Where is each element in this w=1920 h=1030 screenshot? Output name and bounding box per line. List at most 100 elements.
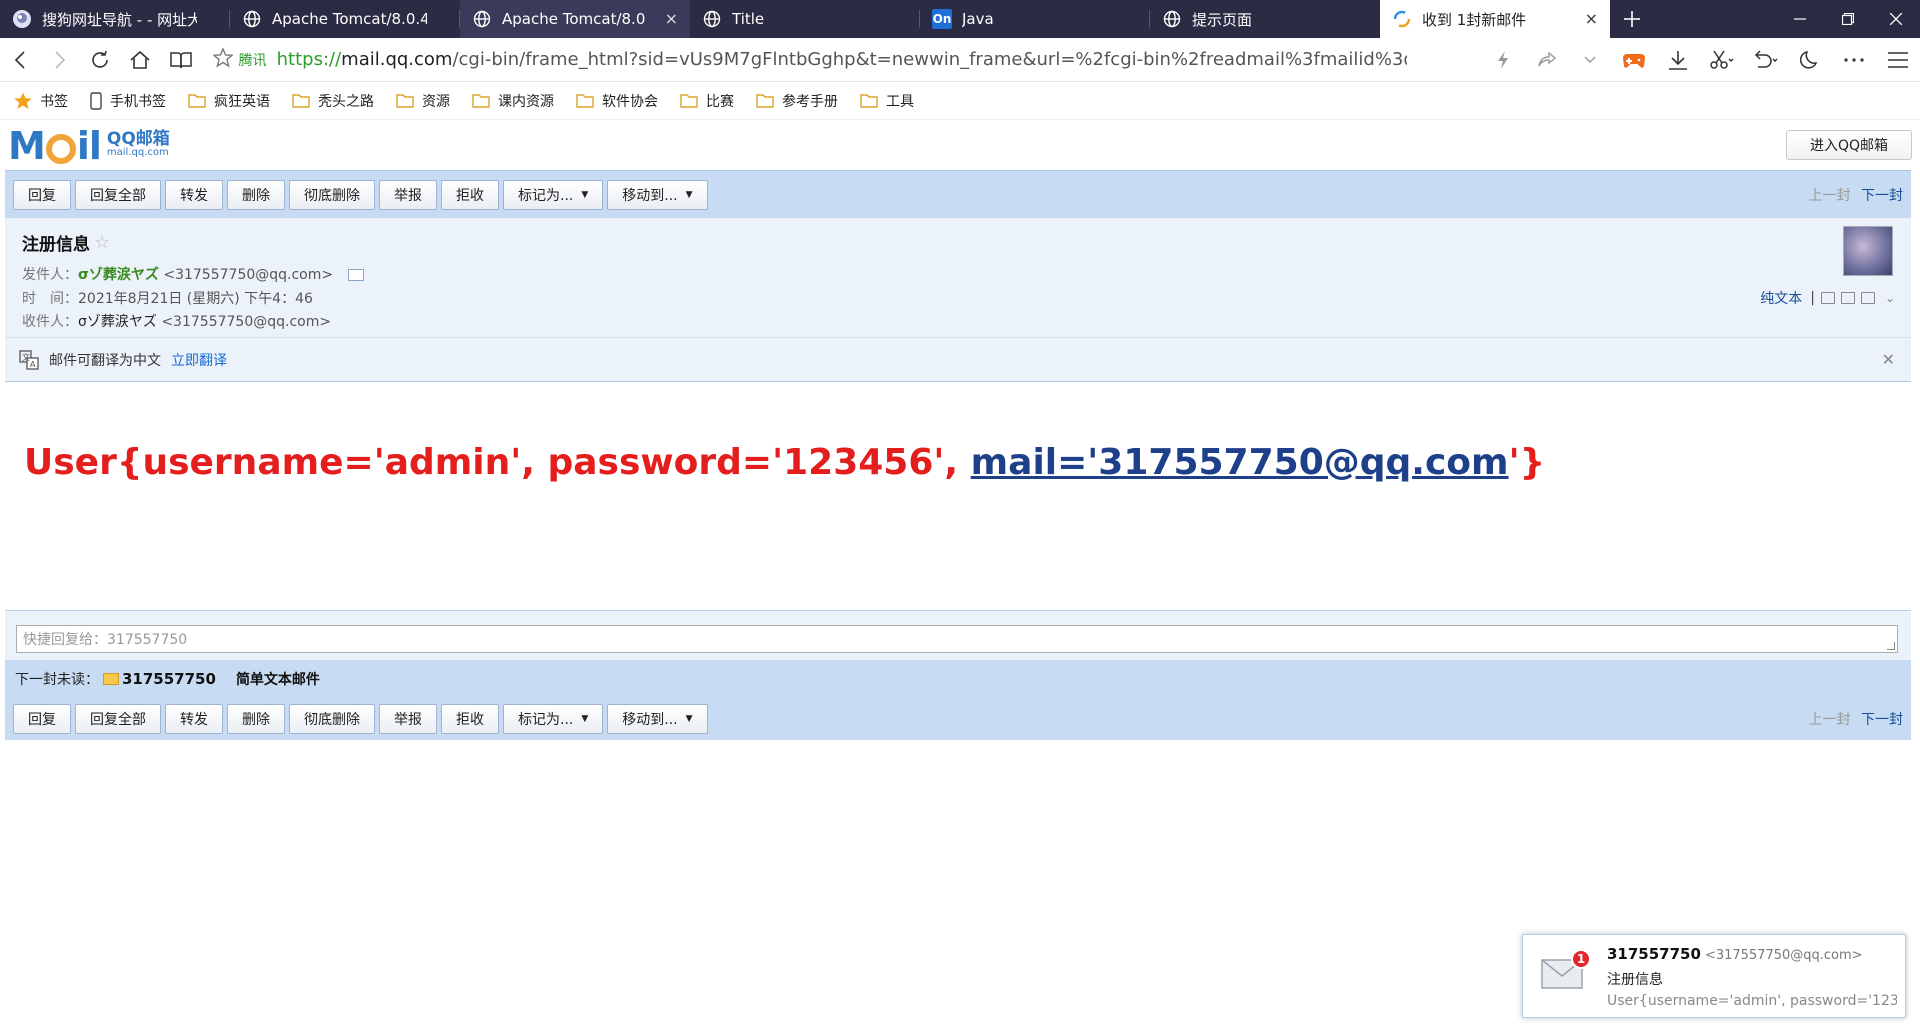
reply-all-button[interactable]: 回复全部 [75, 179, 161, 210]
more-menu-icon[interactable] [1832, 38, 1876, 82]
url-text[interactable]: https://mail.qq.com/cgi-bin/frame_html?s… [277, 49, 1407, 70]
caret-down-icon: ▼ [581, 714, 589, 724]
envelope-icon [103, 673, 119, 685]
translate-now-link[interactable]: 立即翻译 [171, 350, 227, 370]
enter-qqmail-button[interactable]: 进入QQ邮箱 [1786, 130, 1912, 160]
flash-icon[interactable] [1481, 38, 1525, 82]
reply-button[interactable]: 回复 [13, 179, 71, 210]
forward-button[interactable]: 转发 [165, 179, 223, 210]
forward-button[interactable]: 转发 [165, 704, 223, 734]
folder-icon [396, 93, 414, 108]
save-icon[interactable] [1840, 292, 1855, 304]
prev-mail-link[interactable]: 上一封 [1809, 712, 1851, 728]
caret-down-icon: ▼ [685, 714, 693, 724]
close-window-button[interactable] [1872, 0, 1920, 38]
bookmark-item-mobile[interactable]: 手机书签 [90, 91, 166, 111]
home-button[interactable] [120, 38, 160, 82]
delete-forever-button[interactable]: 彻底删除 [289, 704, 375, 734]
chevron-down-icon[interactable] [1569, 38, 1613, 82]
hamburger-menu-icon[interactable] [1876, 38, 1920, 82]
report-button[interactable]: 举报 [379, 179, 437, 210]
reject-button[interactable]: 拒收 [441, 179, 499, 210]
reply-button[interactable]: 回复 [13, 704, 71, 734]
qqmail-loading-icon [1392, 9, 1412, 29]
window-controls [1776, 0, 1920, 38]
tab-qqmail[interactable]: 收到 1封新邮件 × [1380, 0, 1610, 38]
bookmark-folder[interactable]: 疯狂英语 [188, 91, 270, 111]
tab-title[interactable]: Title [690, 0, 920, 38]
plain-text-link[interactable]: 纯文本 [1760, 288, 1802, 308]
forward-button[interactable] [40, 38, 80, 82]
tab-notice-page[interactable]: 提示页面 [1150, 0, 1380, 38]
reload-button[interactable] [80, 38, 120, 82]
globe-icon [702, 9, 722, 29]
reader-mode-button[interactable] [161, 38, 201, 82]
night-mode-icon[interactable] [1788, 38, 1832, 82]
move-to-dropdown[interactable]: 移动到... ▼ [607, 704, 708, 734]
time-row: 时 间：2021年8月21日 (星期六) 下午4：46 [22, 291, 313, 307]
prev-next-nav: 上一封 下一封 [1809, 185, 1903, 205]
mailto-link[interactable]: mail='317557750@qq.com [971, 442, 1509, 483]
contact-card-icon[interactable] [347, 269, 364, 281]
download-icon[interactable] [1656, 38, 1700, 82]
tab-sogou[interactable]: 搜狗网址导航 - - 网址大全 [0, 0, 230, 38]
bookmark-folder[interactable]: 软件协会 [576, 91, 658, 111]
sender-avatar[interactable] [1843, 226, 1893, 276]
star-icon [14, 92, 32, 110]
tab-java[interactable]: On Java [920, 0, 1150, 38]
qqmail-reader: Mil QQ邮箱 mail.qq.com 进入QQ邮箱 回复 回复全部 转发 删… [0, 120, 1920, 1030]
share-icon[interactable] [1525, 38, 1569, 82]
tab-label: Java [962, 10, 994, 28]
bookmark-folder[interactable]: 课内资源 [472, 91, 554, 111]
bookmark-folder[interactable]: 参考手册 [756, 91, 838, 111]
move-to-dropdown[interactable]: 移动到... ▼ [607, 179, 708, 210]
folder-icon [188, 93, 206, 108]
print-icon[interactable] [1860, 292, 1875, 304]
close-tab-icon[interactable]: × [665, 9, 678, 28]
bookmark-folder[interactable]: 工具 [860, 91, 914, 111]
delete-forever-button[interactable]: 彻底删除 [289, 179, 375, 210]
qqmail-logo[interactable]: Mil QQ邮箱 mail.qq.com [8, 127, 170, 165]
mark-as-dropdown[interactable]: 标记为... ▼ [503, 179, 604, 210]
bookmark-folder[interactable]: 比赛 [680, 91, 734, 111]
next-mail-link[interactable]: 下一封 [1861, 188, 1903, 204]
address-bar[interactable]: 腾讯 https://mail.qq.com/cgi-bin/frame_htm… [201, 38, 1481, 82]
minimize-button[interactable] [1776, 0, 1824, 38]
tab-tomcat-1[interactable]: Apache Tomcat/8.0.48 [230, 0, 460, 38]
bookmark-folder[interactable]: 资源 [396, 91, 450, 111]
chevron-down-icon[interactable]: ⌄ [1885, 291, 1895, 305]
bookmark-star-icon[interactable] [211, 46, 234, 72]
sender-name[interactable]: σゾ葬涙ヤズ [78, 267, 159, 283]
tab-tomcat-2[interactable]: Apache Tomcat/8.0.48 × [460, 0, 690, 38]
new-mail-notification[interactable]: 1 317557750 <317557750@qq.com> 注册信息 User{… [1522, 934, 1906, 1018]
prev-mail-link[interactable]: 上一封 [1809, 188, 1851, 204]
message-header: 注册信息 ☆ 发件人：σゾ葬涙ヤズ <317557750@qq.com> 时 间… [5, 218, 1911, 338]
new-tab-button[interactable] [1610, 0, 1654, 38]
note-icon[interactable] [1820, 292, 1835, 304]
next-unread-sender[interactable]: 317557750 [122, 670, 216, 688]
next-unread-subject[interactable]: 简单文本邮件 [236, 669, 320, 689]
caret-down-icon: ▼ [685, 189, 693, 200]
delete-button[interactable]: 删除 [227, 179, 285, 210]
resize-grip-icon[interactable] [1887, 642, 1895, 650]
star-icon[interactable]: ☆ [94, 232, 110, 253]
back-button[interactable] [0, 38, 40, 82]
svg-text:文: 文 [22, 352, 30, 362]
close-tab-icon[interactable]: × [1585, 9, 1598, 28]
restore-button[interactable] [1824, 0, 1872, 38]
game-controller-icon[interactable] [1612, 38, 1656, 82]
reply-all-button[interactable]: 回复全部 [75, 704, 161, 734]
unread-count-badge: 1 [1571, 949, 1591, 969]
undo-close-icon[interactable] [1744, 38, 1788, 82]
delete-button[interactable]: 删除 [227, 704, 285, 734]
recipient-name[interactable]: σゾ葬涙ヤズ [78, 314, 157, 330]
report-button[interactable]: 举报 [379, 704, 437, 734]
quick-reply-input[interactable]: 快捷回复给：317557750 [16, 625, 1898, 653]
next-mail-link[interactable]: 下一封 [1861, 712, 1903, 728]
reject-button[interactable]: 拒收 [441, 704, 499, 734]
bookmark-item-bookmarks[interactable]: 书签 [14, 91, 68, 111]
bookmark-folder[interactable]: 秃头之路 [292, 91, 374, 111]
mark-as-dropdown[interactable]: 标记为... ▼ [503, 704, 604, 734]
close-icon[interactable]: ✕ [1882, 350, 1895, 369]
screenshot-scissors-icon[interactable] [1700, 38, 1744, 82]
